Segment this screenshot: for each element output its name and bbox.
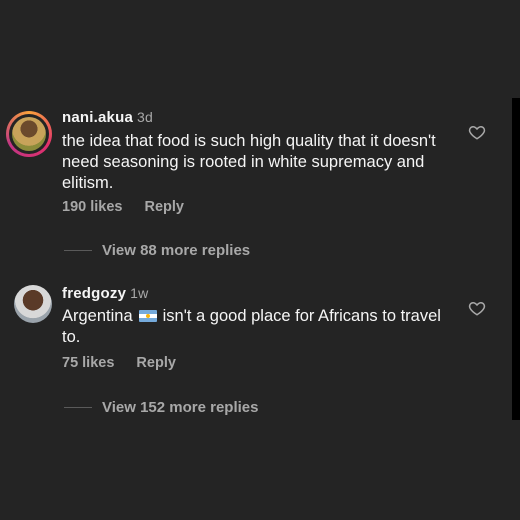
- heart-icon[interactable]: [468, 123, 486, 141]
- comment-text: Argentina isn't a good place for Africans…: [62, 307, 441, 346]
- reply-button[interactable]: Reply: [144, 199, 184, 215]
- heart-icon[interactable]: [468, 299, 486, 317]
- comment-username[interactable]: fredgozy 1w: [62, 285, 148, 302]
- likes-count[interactable]: 190 likes: [62, 199, 122, 215]
- comment-meta: 75 likes Reply: [62, 355, 176, 371]
- comment-text: the idea that food is such high quality …: [62, 132, 436, 192]
- argentina-flag-icon: [138, 309, 157, 322]
- reply-button[interactable]: Reply: [136, 355, 176, 371]
- divider-line: [64, 407, 92, 408]
- avatar[interactable]: [6, 111, 52, 157]
- view-replies-button[interactable]: View 88 more replies: [64, 242, 250, 259]
- view-replies-button[interactable]: View 152 more replies: [64, 399, 258, 416]
- divider-line: [64, 250, 92, 251]
- comment-time: 3d: [137, 109, 153, 125]
- comment-username[interactable]: nani.akua 3d: [62, 109, 153, 126]
- profile-photo-icon: [12, 117, 46, 151]
- comment-meta: 190 likes Reply: [62, 199, 184, 215]
- right-edge-bar: [512, 98, 520, 420]
- likes-count[interactable]: 75 likes: [62, 355, 114, 371]
- avatar[interactable]: [14, 285, 52, 323]
- comment-time: 1w: [130, 285, 149, 301]
